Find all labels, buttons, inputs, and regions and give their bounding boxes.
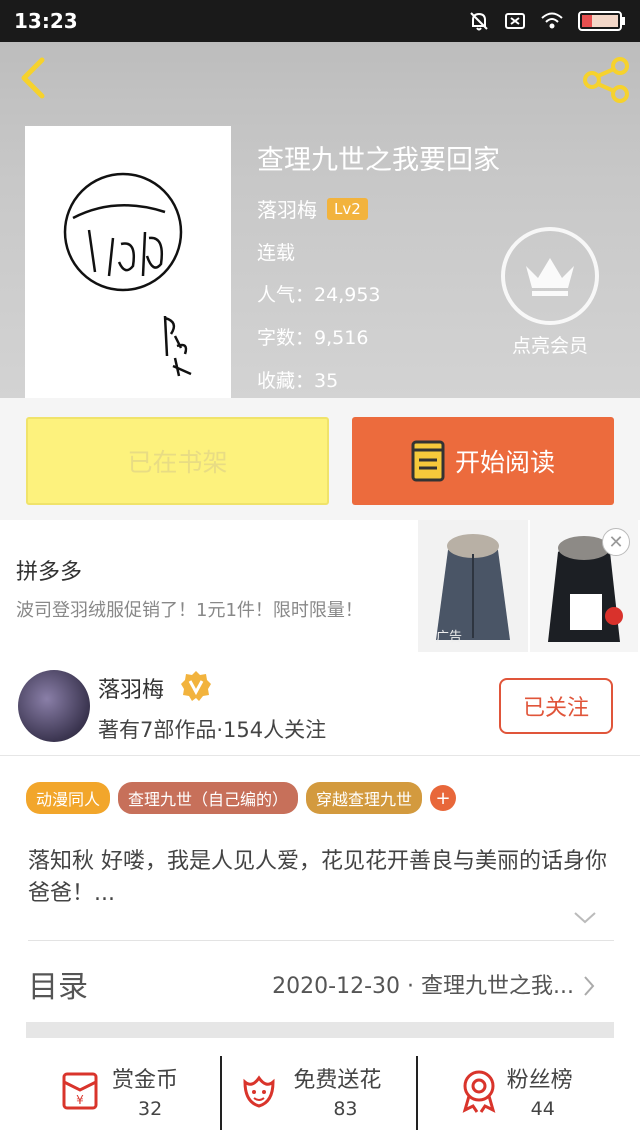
start-reading-label: 开始阅读	[454, 448, 555, 477]
mute-icon	[470, 12, 488, 31]
cover-sketch-image	[63, 172, 192, 377]
battery-icon	[578, 11, 625, 31]
verified-badge-icon	[181, 671, 211, 701]
wifi-icon	[541, 12, 563, 29]
book-title: 查理九世之我要回家	[257, 145, 500, 176]
tag-list: 动漫同人 查理九世（自己编的） 穿越查理九世 +	[26, 782, 457, 814]
book-favorites: 收藏：35	[257, 366, 338, 393]
bottom-action-bar: ¥ 赏金币 32 免费送花 83 粉丝榜 44	[0, 1054, 640, 1138]
book-popularity: 人气：24,953	[257, 280, 381, 307]
fan-ranking-button[interactable]: 粉丝榜 44	[427, 1054, 640, 1138]
book-header: 查理九世之我要回家 落羽梅 Lv2 连载 人气：24,953 字数：9,516 …	[0, 42, 640, 398]
divider	[416, 1056, 419, 1130]
tag-item[interactable]: 穿越查理九世	[306, 782, 423, 814]
fans-value: 44	[530, 1098, 555, 1120]
flower-label: 免费送花	[293, 1068, 382, 1093]
favorites-label: 收藏：	[257, 370, 315, 392]
chevron-right-icon	[584, 976, 595, 996]
svg-text:¥: ¥	[76, 1093, 84, 1107]
on-shelf-button[interactable]: 已在书架	[26, 417, 329, 505]
popularity-label: 人气：	[257, 284, 315, 306]
book-icon	[411, 440, 445, 482]
crown-icon	[501, 227, 599, 325]
book-status: 连载	[257, 242, 296, 264]
red-envelope-icon: ¥	[62, 1072, 98, 1110]
avatar[interactable]	[18, 670, 90, 742]
ad-banner[interactable]: 拼多多 波司登羽绒服促销了！1元1件！限时限量！ 广告 ✕	[0, 520, 640, 658]
ad-text: 波司登羽绒服促销了！1元1件！限时限量！	[16, 600, 363, 621]
reward-value: 32	[138, 1098, 163, 1120]
ad-jacket-image-1	[418, 520, 528, 652]
divider	[28, 940, 614, 941]
book-intro: 落知秋 好喽，我是人见人爱，花见花开善良与美丽的话身你爸爸！...	[28, 849, 607, 906]
popularity-value: 24,953	[314, 284, 381, 306]
toc-label: 目录	[28, 970, 88, 1005]
vip-label: 点亮会员	[511, 335, 588, 357]
action-bar: 已在书架 开始阅读	[0, 398, 640, 520]
latest-chapter: 2020-12-30 · 查理九世之我...	[272, 974, 574, 999]
reward-coins-button[interactable]: ¥ 赏金币 32	[0, 1054, 222, 1138]
book-author-line: 落羽梅 Lv2	[257, 194, 368, 223]
flower-value: 83	[333, 1098, 358, 1120]
ad-brand: 拼多多	[16, 560, 83, 585]
follow-button[interactable]: 已关注	[499, 678, 613, 734]
ad-close-button[interactable]: ✕	[602, 528, 630, 556]
section-divider	[26, 1022, 614, 1038]
status-icons	[468, 10, 626, 32]
free-flower-button[interactable]: 免费送花 83	[213, 1054, 426, 1138]
vip-activate-button[interactable]: 点亮会员	[500, 227, 600, 358]
tag-item[interactable]: 动漫同人	[26, 782, 111, 814]
fans-label: 粉丝榜	[506, 1068, 573, 1093]
book-author[interactable]: 落羽梅	[257, 194, 317, 223]
author-level-badge: Lv2	[327, 197, 368, 220]
status-time: 13:23	[14, 9, 78, 33]
words-value: 9,516	[314, 327, 369, 349]
tag-item[interactable]: 查理九世（自己编的）	[118, 782, 299, 814]
start-reading-button[interactable]: 开始阅读	[352, 417, 614, 505]
flower-icon	[243, 1075, 275, 1108]
medal-icon	[462, 1070, 496, 1113]
share-icon[interactable]	[580, 56, 632, 104]
add-tag-button[interactable]: +	[430, 785, 457, 811]
author-name: 落羽梅	[98, 678, 165, 703]
author-profile[interactable]: 落羽梅 著有7部作品·154人关注 已关注	[0, 658, 640, 756]
author-summary: 著有7部作品·154人关注	[98, 718, 327, 742]
reward-label: 赏金币	[112, 1068, 179, 1093]
book-word-count: 字数：9,516	[257, 323, 368, 350]
words-label: 字数：	[257, 327, 315, 349]
status-bar: 13:23	[0, 0, 640, 42]
table-of-contents-row[interactable]: 目录 2020-12-30 · 查理九世之我...	[28, 962, 614, 1008]
book-cover[interactable]	[25, 126, 231, 398]
back-icon[interactable]	[12, 54, 56, 102]
favorites-value: 35	[314, 370, 339, 392]
chevron-down-icon[interactable]	[572, 910, 598, 926]
no-sim-icon	[505, 13, 525, 29]
ad-label: 广告	[436, 630, 463, 645]
